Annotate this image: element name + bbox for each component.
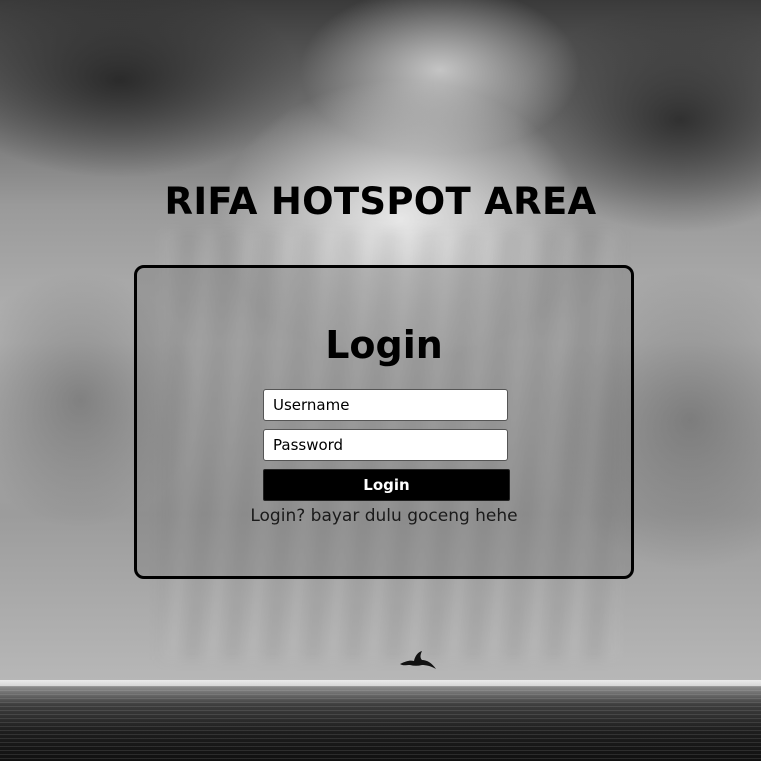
login-card: Login Login Login? bayar dulu goceng heh… [134,265,634,579]
sea [0,686,761,761]
password-input[interactable] [263,429,508,461]
bird-icon [400,651,436,669]
login-button[interactable]: Login [263,469,510,501]
login-heading: Login [325,323,443,367]
login-note: Login? bayar dulu goceng hehe [250,506,518,526]
username-input[interactable] [263,389,508,421]
page-title: RIFA HOTSPOT AREA [164,180,597,223]
